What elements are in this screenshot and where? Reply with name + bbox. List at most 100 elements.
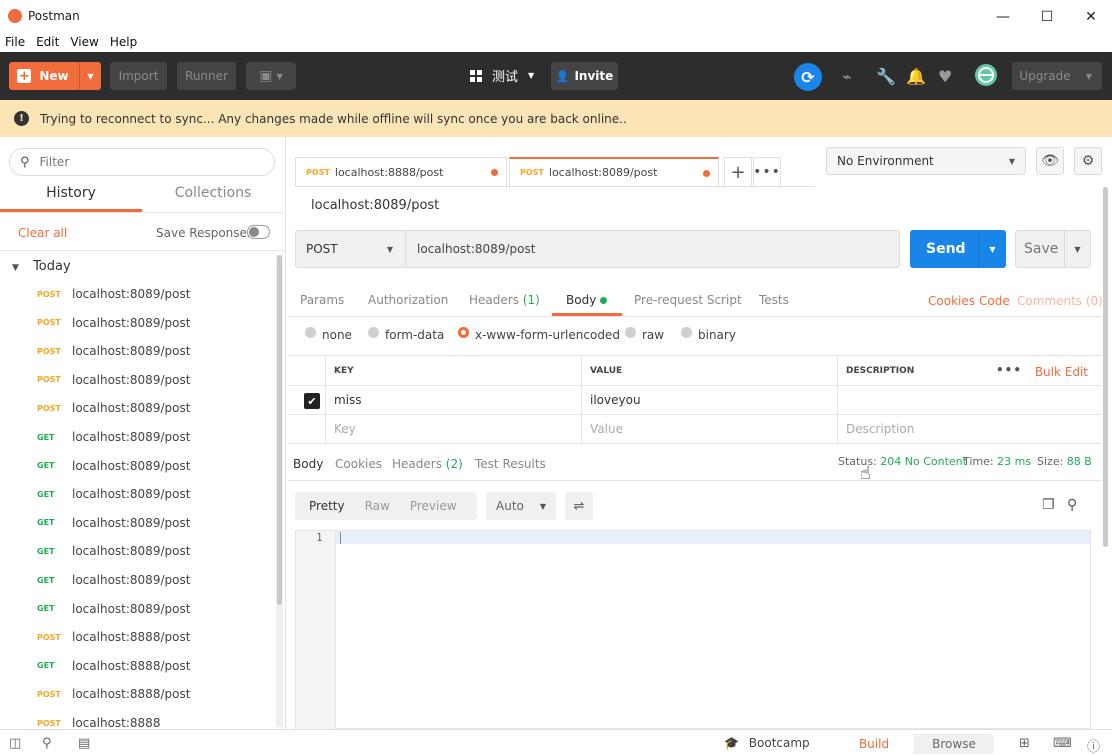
tab-body[interactable]: Body	[566, 293, 608, 307]
tab-authorization[interactable]: Authorization	[368, 293, 448, 307]
filter-box[interactable]: ⚲	[9, 148, 275, 176]
bulk-edit-link[interactable]: Bulk Edit	[1035, 365, 1088, 379]
runner-button[interactable]: Runner	[177, 62, 236, 90]
history-item[interactable]: POST localhost:8089/post	[0, 337, 276, 365]
history-item[interactable]: POST localhost:8888/post	[0, 680, 276, 708]
save-dropdown-caret-icon[interactable]: ▼	[1064, 231, 1090, 267]
new-button[interactable]: + New ▼	[9, 62, 101, 90]
tab-params[interactable]: Params	[300, 293, 344, 307]
sidebar-scrollbar[interactable]	[276, 255, 283, 727]
menu-view[interactable]: View	[70, 35, 98, 49]
history-item[interactable]: GET localhost:8089/post	[0, 452, 276, 480]
two-pane-view-icon[interactable]: ⊞	[1019, 736, 1030, 751]
eye-icon[interactable]: 👁	[1036, 147, 1064, 175]
history-item[interactable]: GET localhost:8089/post	[0, 595, 276, 623]
history-item[interactable]: GET localhost:8089/post	[0, 537, 276, 565]
close-button[interactable]: ✕	[1068, 4, 1112, 30]
new-dropdown-caret-icon[interactable]: ▼	[79, 62, 101, 90]
browse-mode-button[interactable]: Browse	[914, 734, 994, 754]
satellite-icon[interactable]: ⌁	[842, 67, 852, 86]
history-item[interactable]: POST localhost:8089/post	[0, 394, 276, 422]
format-select[interactable]: Auto ▼	[486, 492, 556, 520]
history-item[interactable]: GET localhost:8089/post	[0, 423, 276, 451]
search-icon[interactable]: ⚲	[1067, 497, 1077, 513]
radio-form-data[interactable]: form-data	[368, 326, 444, 342]
history-item[interactable]: POST localhost:8089/post	[0, 366, 276, 394]
build-mode-button[interactable]: Build	[834, 734, 914, 754]
wrench-icon[interactable]: 🔧	[876, 67, 896, 86]
send-button[interactable]: Send ▼	[910, 230, 1006, 268]
bootcamp-link[interactable]: 🎓 Bootcamp	[724, 736, 810, 750]
history-item[interactable]: GET localhost:8888/post	[0, 652, 276, 680]
avatar-icon[interactable]	[975, 64, 997, 86]
sidebar-scrollbar-thumb[interactable]	[277, 255, 282, 605]
radio-binary[interactable]: binary	[681, 326, 736, 342]
row-description[interactable]	[837, 386, 1102, 414]
save-button[interactable]: Save ▼	[1015, 230, 1091, 268]
filter-input[interactable]	[39, 155, 240, 169]
help-icon[interactable]: ⓘ	[1087, 736, 1100, 755]
tab-collections[interactable]: Collections	[142, 185, 284, 212]
new-key-input[interactable]: Key	[325, 415, 581, 443]
more-tabs-icon[interactable]: •••	[753, 157, 781, 186]
history-item[interactable]: POST localhost:8888/post	[0, 623, 276, 651]
radio-x-www-form-urlencoded[interactable]: x-www-form-urlencoded	[458, 326, 620, 342]
menu-help[interactable]: Help	[110, 35, 137, 49]
add-tab-button[interactable]: +	[724, 157, 752, 186]
request-tab-active[interactable]: POST localhost:8089/post	[509, 157, 719, 186]
copy-icon[interactable]: ❐	[1042, 497, 1055, 513]
history-item[interactable]: POST localhost:8089/post	[0, 309, 276, 337]
new-description-input[interactable]: Description	[837, 415, 1102, 443]
invite-button[interactable]: 👤 Invite	[551, 62, 618, 90]
response-tab-body[interactable]: Body	[293, 457, 323, 471]
row-checkbox-checked-icon[interactable]: ✔	[304, 393, 320, 409]
tab-prerequest-script[interactable]: Pre-request Script	[634, 293, 742, 307]
code-link[interactable]: Code	[979, 294, 1010, 308]
new-window-button[interactable]: ▣ ▼	[246, 62, 296, 90]
view-pretty[interactable]: Pretty	[309, 499, 345, 513]
history-item[interactable]: GET localhost:8089/post	[0, 566, 276, 594]
new-value-input[interactable]: Value	[581, 415, 837, 443]
row-value[interactable]: iloveyou	[581, 386, 837, 414]
upgrade-button[interactable]: Upgrade ▼	[1012, 62, 1102, 90]
heart-icon[interactable]: ♥	[938, 67, 952, 86]
response-tab-headers[interactable]: Headers (2)	[392, 457, 463, 471]
cookies-link[interactable]: Cookies	[928, 294, 975, 308]
url-input[interactable]	[407, 231, 897, 267]
toggle-sidebar-icon[interactable]: ◫	[9, 736, 21, 751]
request-tab[interactable]: POST localhost:8888/post	[295, 157, 507, 186]
history-item[interactable]: POST localhost:8089/post	[0, 280, 276, 308]
keyboard-shortcuts-icon[interactable]: ⌨	[1053, 736, 1072, 751]
method-select[interactable]: POST ▼	[296, 231, 406, 267]
tab-history[interactable]: History	[0, 185, 142, 212]
tab-headers[interactable]: Headers (1)	[469, 293, 540, 307]
response-editor[interactable]: 1	[295, 530, 1091, 729]
history-item[interactable]: GET localhost:8089/post	[0, 480, 276, 508]
history-item[interactable]: GET localhost:8089/post	[0, 509, 276, 537]
console-icon[interactable]: ▤	[78, 736, 90, 751]
more-options-icon[interactable]: •••	[996, 363, 1022, 377]
maximize-button[interactable]: ☐	[1024, 4, 1070, 30]
comments-link[interactable]: Comments (0)	[1017, 294, 1103, 308]
history-group-today[interactable]: ▼ Today	[12, 259, 71, 274]
gear-icon[interactable]: ⚙	[1074, 147, 1102, 175]
save-responses-toggle[interactable]	[247, 225, 270, 239]
row-key[interactable]: miss	[325, 386, 581, 414]
sync-icon[interactable]: ⟳	[794, 63, 822, 91]
response-tab-cookies[interactable]: Cookies	[335, 457, 382, 471]
response-tab-test-results[interactable]: Test Results	[475, 457, 546, 471]
radio-none[interactable]: none	[305, 326, 352, 342]
environment-select[interactable]: No Environment ▼	[826, 147, 1026, 175]
workspace-selector[interactable]: 测试 ▼	[470, 66, 534, 85]
menu-file[interactable]: File	[5, 35, 25, 49]
main-scrollbar-thumb[interactable]	[1103, 187, 1108, 547]
clear-all-link[interactable]: Clear all	[18, 226, 67, 240]
main-scrollbar[interactable]	[1102, 187, 1109, 727]
minimize-button[interactable]: —	[980, 4, 1026, 30]
radio-raw[interactable]: raw	[625, 326, 664, 342]
tab-tests[interactable]: Tests	[759, 293, 789, 307]
send-dropdown-caret-icon[interactable]: ▼	[978, 230, 1006, 268]
wrap-lines-icon[interactable]: ⇌	[565, 492, 593, 520]
import-button[interactable]: Import	[110, 62, 167, 90]
view-preview[interactable]: Preview	[410, 499, 457, 513]
